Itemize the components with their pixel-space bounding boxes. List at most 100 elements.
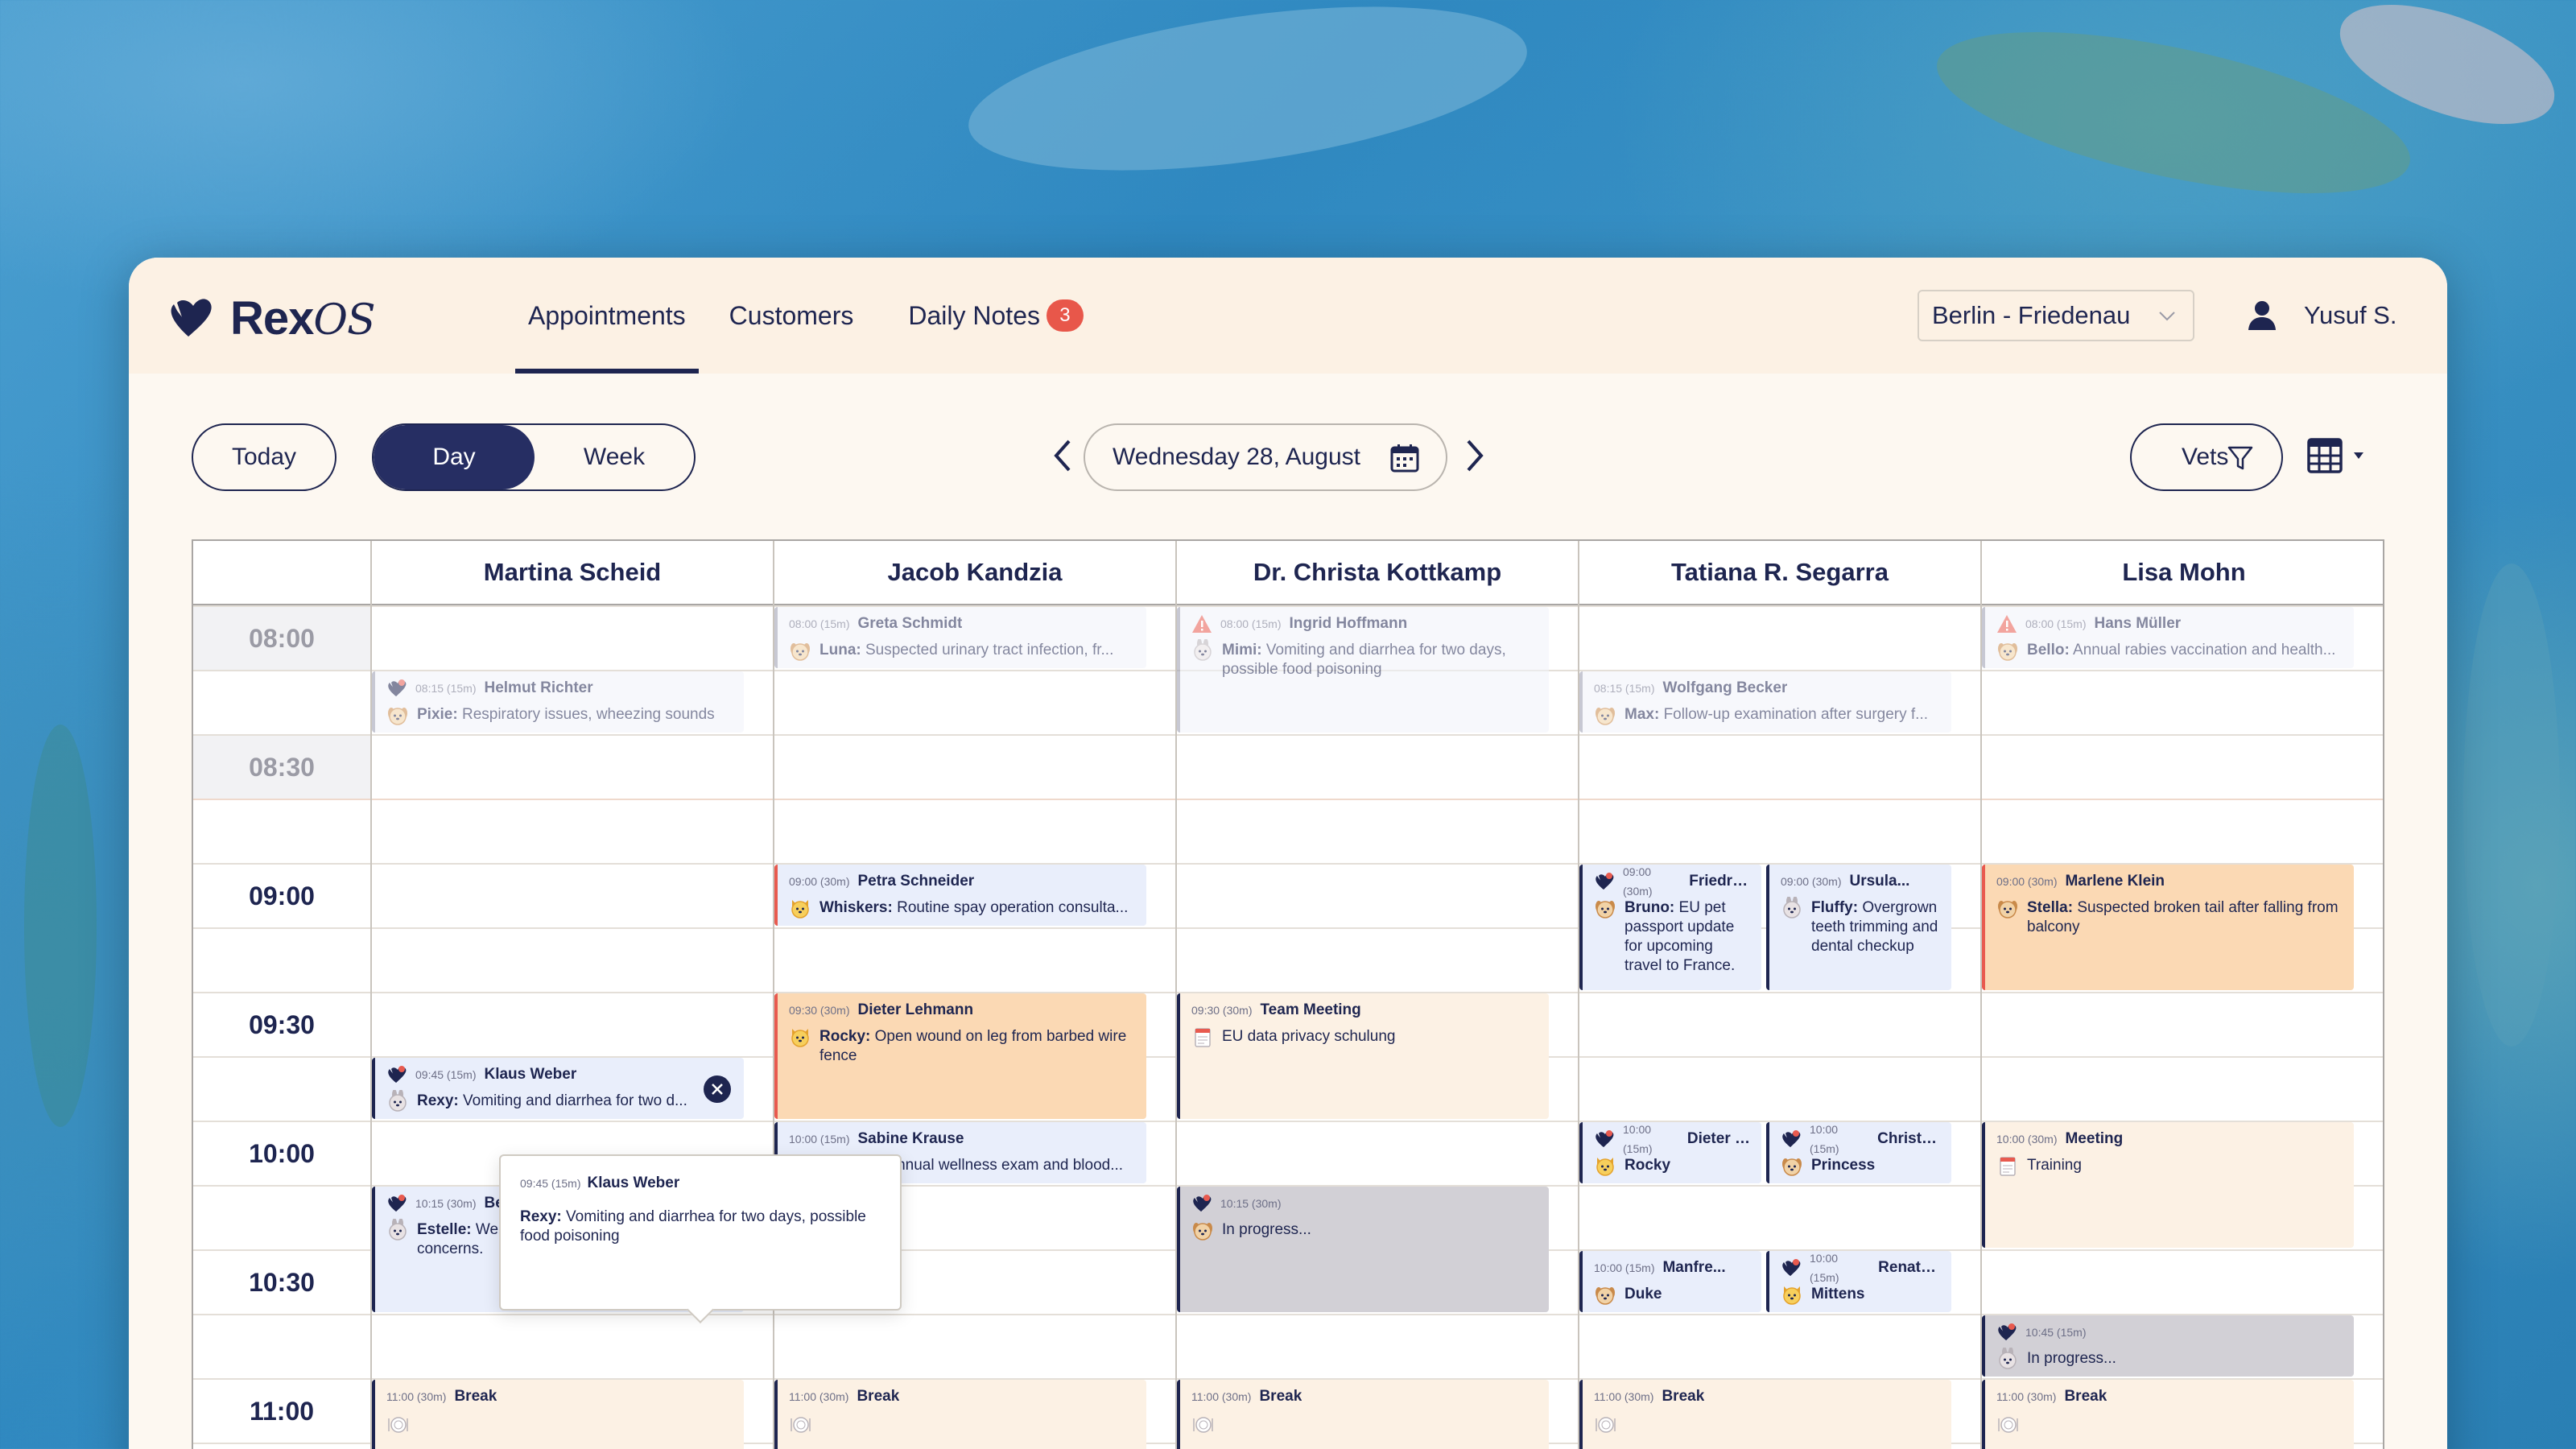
appointment-meta: 08:15 (15m) Wolfgang Becker [1594,678,1942,699]
chevron-down-icon [2159,312,2175,321]
appointment-card[interactable]: 10:00 (30m) Meeting Training [1982,1122,2354,1248]
vet-column-header: Dr. Christa Kottkamp [1175,541,1578,605]
appointment-time: 10:00 (15m) [1623,1123,1653,1155]
appointment-accent-bar [1579,865,1583,990]
appointment-owner: Break [2064,1388,2107,1405]
appointment-meta: 10:00 (15m) Christa... [1781,1123,1942,1155]
appointment-card[interactable]: 11:00 (30m) Break [774,1380,1146,1449]
calendar-icon [1390,444,1419,473]
appointment-details [1996,1414,2344,1435]
appointment-card[interactable]: 10:00 (15m) Manfre... Duke [1579,1251,1761,1312]
appointment-meta: 10:00 (15m) Manfre... [1594,1257,1752,1278]
heart-status-icon [1596,873,1614,890]
appointment-meta: 09:00 (30m) Ursula... [1781,871,1942,892]
appointment-details: Max: Follow-up examination after surgery… [1594,705,1942,726]
day-view-button[interactable]: Day [374,425,535,489]
appointment-card[interactable]: 10:00 (15m) Christa... Princess [1766,1122,1951,1183]
pet-name: Fluffy: [1811,899,1859,916]
appointment-details: Rocky: Open wound on leg from barbed wir… [789,1027,1137,1066]
vets-filter-button[interactable]: Vets [2130,423,2283,491]
appointment-reason: Vomiting and diarrhea for two days, poss… [1222,642,1506,678]
appointment-card[interactable]: 08:00 (15m) Hans Müller Bello: Annual rabi… [1982,607,2354,668]
appointment-card[interactable]: 10:15 (30m) In progress... [1177,1187,1549,1312]
rexos-logo[interactable]: RexOS [166,291,376,345]
appointment-accent-bar [774,865,778,926]
appointment-card[interactable]: 09:00 (30m) Friedrich Bruno: EU pet passpo… [1579,865,1761,990]
appointment-owner: Sabine Krause [857,1130,964,1147]
appointment-meta: 09:00 (30m) Marlene Klein [1996,871,2344,892]
appointment-details: Pixie: Respiratory issues, wheezing soun… [386,705,734,726]
grid-view-icon[interactable] [2307,436,2373,475]
appointment-card[interactable]: 08:15 (15m) Wolfgang Becker Max: Follow-up… [1579,671,1951,733]
appointment-card[interactable]: 09:30 (30m) Dieter Lehmann Rocky: Open wou… [774,993,1146,1119]
appointment-card[interactable]: 08:00 (15m) Ingrid Hoffmann Mimi: Vomiting… [1177,607,1549,733]
appointment-reason: Routine spay operation consulta... [897,899,1129,916]
appointment-card[interactable]: 10:00 (15m) Renate... Mittens [1766,1251,1951,1312]
appointment-card[interactable]: 09:00 (30m) Ursula... Fluffy: Overgrown te… [1766,865,1951,990]
appointment-time: 10:00 (15m) [789,1133,850,1146]
current-date: Wednesday 28, August [1113,444,1360,470]
time-column-header [193,541,370,605]
appointment-owner: Greta Schmidt [857,615,963,632]
appointment-time: 09:00 (30m) [1996,875,2058,888]
appointment-meta: 09:30 (30m) Team Meeting [1191,1000,1539,1021]
pet-name: Princess [1811,1157,1876,1174]
next-day-icon[interactable] [1462,438,1486,473]
appointment-time: 11:00 (30m) [1594,1390,1654,1403]
rabbit-icon [1194,639,1212,661]
dog-icon [1596,1287,1615,1305]
nav-appointments[interactable]: Appointments [515,258,699,374]
appointment-details: Mittens [1781,1285,1942,1306]
pet-name: Bello: [2027,642,2070,658]
appointment-reason: Vomiting and diarrhea for two d... [463,1092,687,1109]
appointment-card[interactable]: 10:45 (15m) In progress... [1982,1315,2354,1377]
appointment-card[interactable]: 09:00 (30m) Petra Schneider Whiskers: Rout… [774,865,1146,926]
appointment-time: 08:15 (15m) [415,682,477,695]
appointment-popover: 09:45 (15m) Klaus Weber Rexy: Vomiting an… [499,1154,902,1311]
appointment-reason: In progress... [1222,1221,1311,1238]
appointment-details [1191,1414,1539,1435]
appointment-accent-bar [1579,671,1583,733]
today-button[interactable]: Today [192,423,336,491]
appointment-card[interactable]: 08:15 (15m) Helmut Richter Pixie: Respirat… [372,671,744,733]
close-icon[interactable] [704,1075,731,1103]
nav-daily-notes[interactable]: Daily Notes 3 [908,258,1084,374]
appointment-meta: 10:00 (15m) Sabine Krause [789,1129,1137,1150]
appointment-card[interactable]: 11:00 (30m) Break [1579,1380,1951,1449]
appointment-time: 09:00 (30m) [1781,875,1842,888]
pet-name: Bruno: [1624,899,1675,916]
appointment-card[interactable]: 08:00 (15m) Greta Schmidt Luna: Suspected … [774,607,1146,668]
appointment-accent-bar [1982,1380,1985,1449]
appointment-time: 09:00 (30m) [789,875,850,888]
previous-day-icon[interactable] [1051,438,1075,473]
date-picker[interactable]: Wednesday 28, August [1084,423,1447,491]
appointment-card[interactable]: 11:00 (30m) Break [1177,1380,1549,1449]
appointment-meta: 09:30 (30m) Dieter Lehmann [789,1000,1137,1021]
appointment-card[interactable]: 09:30 (30m) Team Meeting EU data privacy … [1177,993,1549,1119]
time-label: 10:30 [249,1268,315,1297]
location-select[interactable]: Berlin - Friedenau [1918,290,2194,341]
heart-status-icon [388,679,407,696]
appointment-card[interactable]: 11:00 (30m) Break [1982,1380,2354,1449]
appointment-details: Mimi: Vomiting and diarrhea for two days… [1191,639,1539,679]
user-menu[interactable]: Yusuf S. [2246,290,2396,341]
nav-customers[interactable]: Customers [729,258,854,374]
appointment-accent-bar [372,1058,375,1119]
appointment-accent-bar [1982,865,1985,990]
dog-icon [1596,901,1615,919]
appointment-details [1594,1414,1942,1435]
appointment-meta: 10:00 (30m) Meeting [1996,1129,2344,1150]
appointment-card[interactable]: 10:00 (15m) Dieter L... Rocky [1579,1122,1761,1183]
main-nav: Appointments Customers Daily Notes 3 [515,258,1084,374]
pet-name: Rexy: [417,1092,459,1109]
top-navigation-bar: RexOS Appointments Customers Daily Notes… [129,258,2447,374]
appointment-details: In progress... [1996,1348,2344,1370]
user-name: Yusuf S. [2304,301,2397,329]
appointment-card[interactable]: 09:00 (30m) Marlene Klein Stella: Suspecte… [1982,865,2354,990]
appointment-card[interactable]: 11:00 (30m) Break [372,1380,744,1449]
appointment-meta: 10:00 (15m) Renate... [1781,1252,1942,1284]
appointment-card[interactable]: 09:45 (15m) Klaus Weber Rexy: Vomiting and… [372,1058,744,1119]
week-view-button[interactable]: Week [535,425,694,489]
appointment-reason: In progress... [2027,1350,2116,1367]
vet-column-header: Tatiana R. Segarra [1578,541,1980,605]
